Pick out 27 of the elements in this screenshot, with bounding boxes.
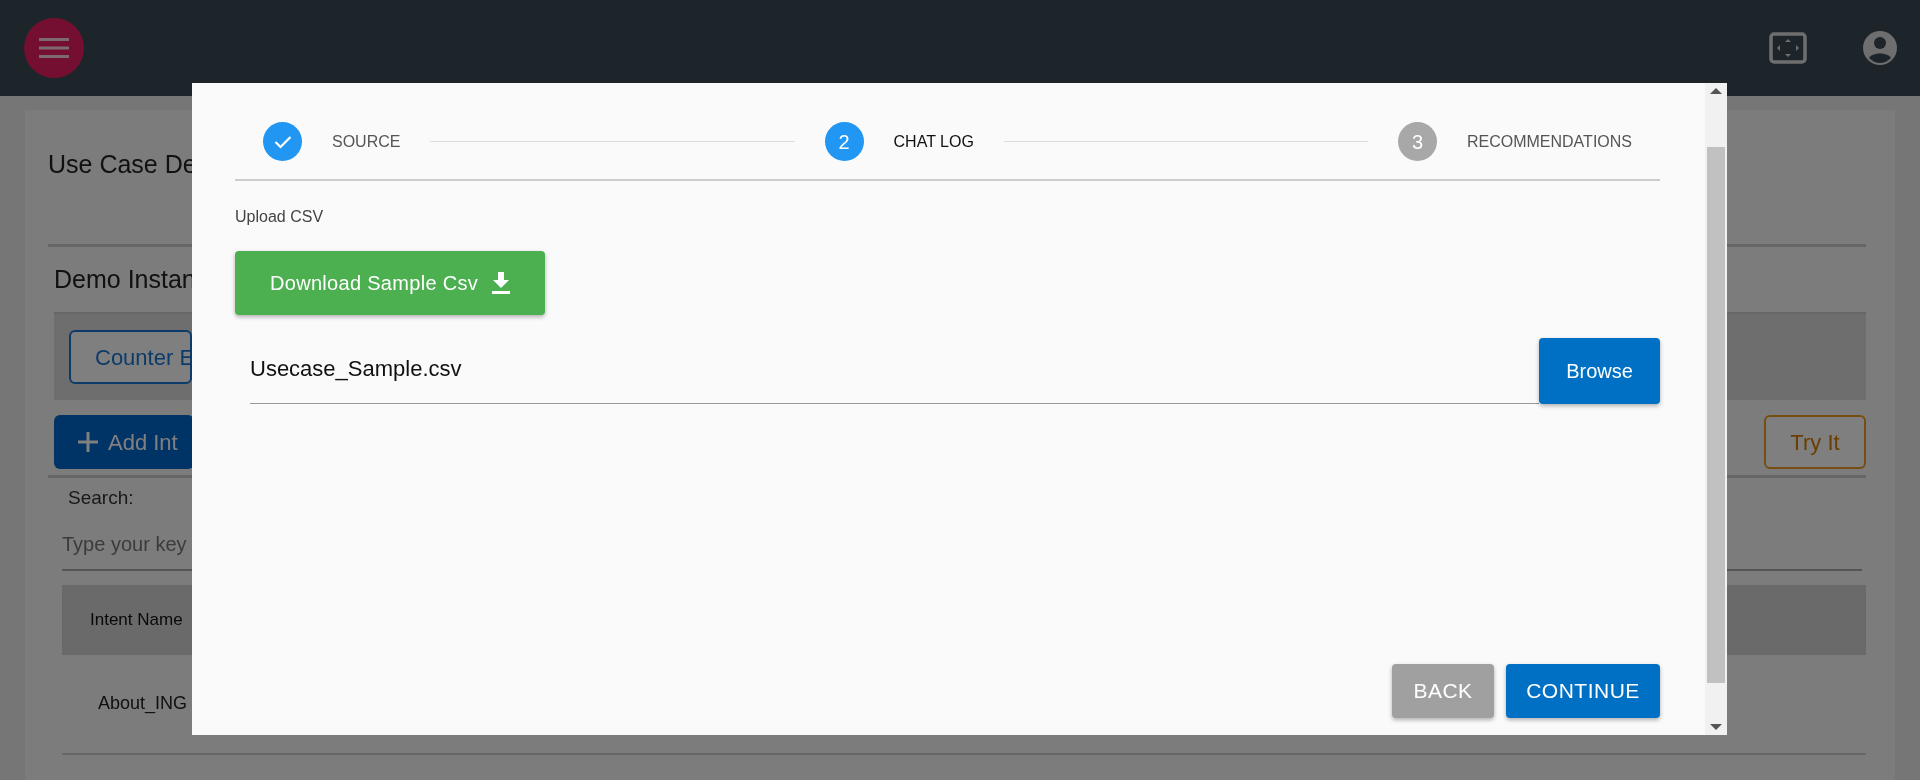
plus-icon (78, 432, 98, 452)
menu-button[interactable] (24, 18, 84, 78)
search-label: Search: (68, 486, 135, 510)
scroll-thumb[interactable] (1707, 147, 1725, 683)
upload-label: Upload CSV (235, 207, 325, 227)
step-label: RECOMMENDATIONS (1466, 131, 1632, 152)
step-circle[interactable] (263, 122, 302, 161)
column-header: Intent Name (90, 608, 183, 631)
step-label: CHAT LOG (893, 131, 974, 152)
check-icon (273, 134, 292, 149)
account-icon[interactable] (1860, 28, 1900, 68)
menu-icon (39, 37, 69, 59)
table-cell-text: About_ING (98, 692, 188, 716)
download-button[interactable]: Download Sample Csv (235, 251, 545, 315)
back-button[interactable]: BACK (1392, 664, 1494, 718)
scroll-up-icon[interactable] (1710, 87, 1722, 95)
scrollbar[interactable] (1705, 83, 1727, 735)
step-circle[interactable]: 3 (1397, 122, 1437, 161)
download-icon (492, 272, 510, 294)
scroll-down-icon[interactable] (1710, 723, 1722, 731)
try-button[interactable]: Try It (1764, 415, 1866, 469)
step-label: SOURCE (332, 131, 401, 152)
step-circle[interactable]: 2 (824, 122, 864, 161)
browse-button[interactable]: Browse (1539, 338, 1660, 404)
continue-button[interactable]: CONTINUE (1506, 664, 1660, 718)
add-button[interactable]: Add Int (54, 415, 194, 469)
file-field[interactable]: Usecase_Sample.csv (250, 352, 1539, 404)
